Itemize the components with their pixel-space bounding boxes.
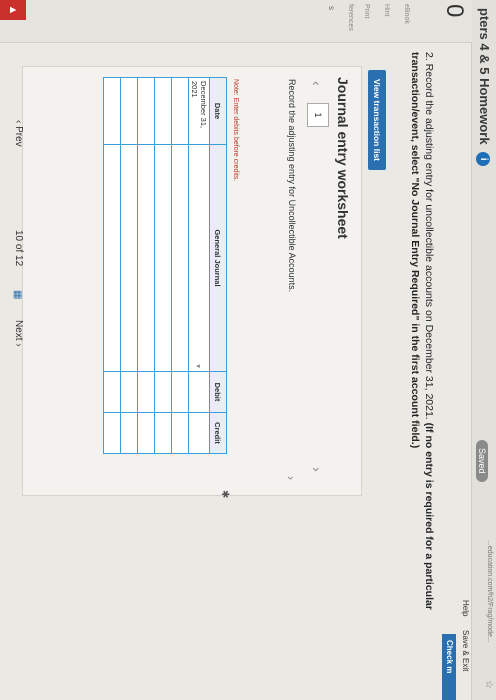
pagination: ‹ Prev 10 of 12 ▦ Next › bbox=[6, 120, 26, 560]
page-title: pters 4 & 5 Homework i bbox=[476, 8, 492, 167]
page-indicator: 10 of 12 bbox=[13, 230, 24, 266]
chevron-right-icon[interactable]: › bbox=[284, 476, 298, 480]
credit-input[interactable] bbox=[120, 412, 138, 454]
view-transaction-list-button[interactable]: View transaction list bbox=[368, 70, 386, 170]
worksheet-page-box[interactable]: 1 bbox=[307, 103, 329, 127]
debit-input[interactable] bbox=[137, 371, 155, 413]
sidebar-item-ebook[interactable]: eBook bbox=[403, 4, 410, 24]
credit-input[interactable] bbox=[154, 412, 172, 454]
account-select[interactable] bbox=[120, 144, 138, 372]
table-row bbox=[120, 77, 138, 454]
worksheet-instruction: Record the adjusting entry for Uncollect… bbox=[287, 79, 297, 293]
date-cell bbox=[103, 77, 121, 145]
table-row bbox=[137, 77, 155, 454]
account-select[interactable] bbox=[154, 144, 172, 372]
account-select[interactable] bbox=[171, 144, 189, 372]
table-row bbox=[103, 77, 121, 454]
sidebar-item-hint[interactable]: Hint bbox=[383, 4, 390, 16]
info-icon[interactable]: i bbox=[476, 152, 491, 167]
prev-label: Prev bbox=[13, 126, 24, 147]
date-cell bbox=[137, 77, 155, 145]
date-cell bbox=[171, 77, 189, 145]
debit-input[interactable] bbox=[120, 371, 138, 413]
worksheet-note: Note: Enter debits before credits. bbox=[232, 79, 239, 182]
journal-table: Date General Journal Debit Credit Decemb… bbox=[103, 77, 227, 454]
column-header-general-journal: General Journal bbox=[209, 144, 227, 372]
credit-input[interactable] bbox=[137, 412, 155, 454]
sidebar-section-letter: s bbox=[327, 6, 336, 10]
credit-input[interactable] bbox=[171, 412, 189, 454]
check-my-work-button[interactable]: Check m bbox=[442, 634, 456, 700]
red-tab[interactable]: ▲ bbox=[0, 0, 26, 20]
date-cell: December 31, 2021 bbox=[188, 77, 210, 145]
account-select[interactable] bbox=[137, 144, 155, 372]
chevron-right-icon[interactable]: › bbox=[309, 467, 325, 472]
prev-button[interactable]: ‹ Prev bbox=[13, 120, 24, 147]
account-select[interactable] bbox=[103, 144, 121, 372]
left-sidebar: 0 eBook Hint Print ferences s bbox=[0, 0, 472, 43]
journal-entry-worksheet: Journal entry worksheet ‹ 1 › Record the… bbox=[22, 66, 362, 496]
url-text: ...education.com/h2/Frag/mode... bbox=[486, 540, 493, 643]
of-label: of bbox=[13, 243, 24, 253]
question-text: 2. Record the adjusting entry for uncoll… bbox=[408, 52, 436, 612]
current-page: 10 bbox=[13, 230, 24, 242]
question-number: 0 bbox=[441, 4, 468, 18]
account-select[interactable]: ▾ bbox=[188, 144, 210, 372]
debit-input[interactable] bbox=[188, 371, 210, 413]
saved-indicator: Saved bbox=[476, 440, 488, 482]
save-exit-link[interactable]: Save & Exit bbox=[461, 630, 470, 671]
sidebar-item-references[interactable]: ferences bbox=[347, 4, 354, 31]
date-cell bbox=[120, 77, 138, 145]
next-button[interactable]: Next › bbox=[13, 320, 24, 347]
next-label: Next bbox=[13, 320, 24, 341]
table-row bbox=[154, 77, 172, 454]
column-header-debit: Debit bbox=[209, 371, 227, 413]
table-row bbox=[171, 77, 189, 454]
column-header-date: Date bbox=[209, 77, 227, 145]
credit-input[interactable] bbox=[103, 412, 121, 454]
top-bar: pters 4 & 5 Homework i Saved ...educatio… bbox=[471, 0, 496, 700]
rotated-screen: pters 4 & 5 Homework i Saved ...educatio… bbox=[0, 0, 496, 700]
asterisk-icon: ✱ bbox=[219, 490, 230, 499]
question-prefix: 2. Record the adjusting entry for uncoll… bbox=[423, 52, 435, 423]
debit-input[interactable] bbox=[103, 371, 121, 413]
worksheet-title: Journal entry worksheet bbox=[335, 77, 351, 239]
chevron-left-icon[interactable]: ‹ bbox=[309, 81, 325, 86]
star-icon[interactable]: ☆ bbox=[483, 680, 494, 689]
credit-input[interactable] bbox=[188, 412, 210, 454]
debit-input[interactable] bbox=[171, 371, 189, 413]
page-title-text: pters 4 & 5 Homework bbox=[477, 8, 492, 145]
sidebar-item-print[interactable]: Print bbox=[363, 4, 370, 18]
table-row: December 31, 2021 ▾ bbox=[188, 77, 210, 454]
grid-icon[interactable]: ▦ bbox=[12, 290, 23, 299]
date-cell bbox=[154, 77, 172, 145]
column-header-credit: Credit bbox=[209, 412, 227, 454]
total-pages: 12 bbox=[13, 255, 24, 267]
debit-input[interactable] bbox=[154, 371, 172, 413]
help-link[interactable]: Help bbox=[461, 600, 470, 616]
